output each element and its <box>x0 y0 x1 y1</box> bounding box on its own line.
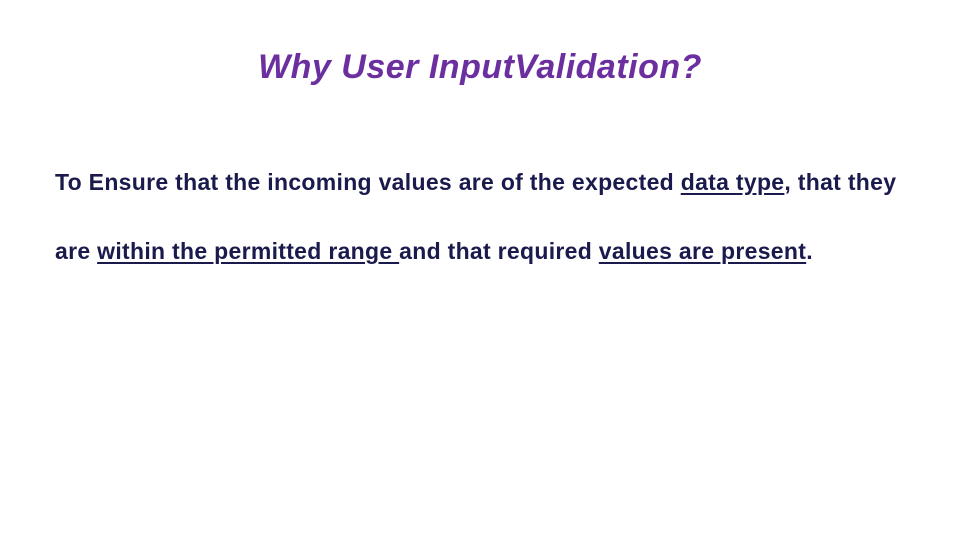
slide: Why User InputValidation? To Ensure that… <box>0 0 960 540</box>
underline-data-type: data type <box>681 169 785 195</box>
slide-body: To Ensure that the incoming values are o… <box>55 148 905 286</box>
body-text: To Ensure that the incoming values are o… <box>55 169 681 195</box>
underline-present: values are present <box>599 238 806 264</box>
underline-range: within the permitted range <box>97 238 399 264</box>
body-text: . <box>806 238 813 264</box>
slide-title: Why User InputValidation? <box>0 48 960 87</box>
body-text: and that required <box>399 238 599 264</box>
